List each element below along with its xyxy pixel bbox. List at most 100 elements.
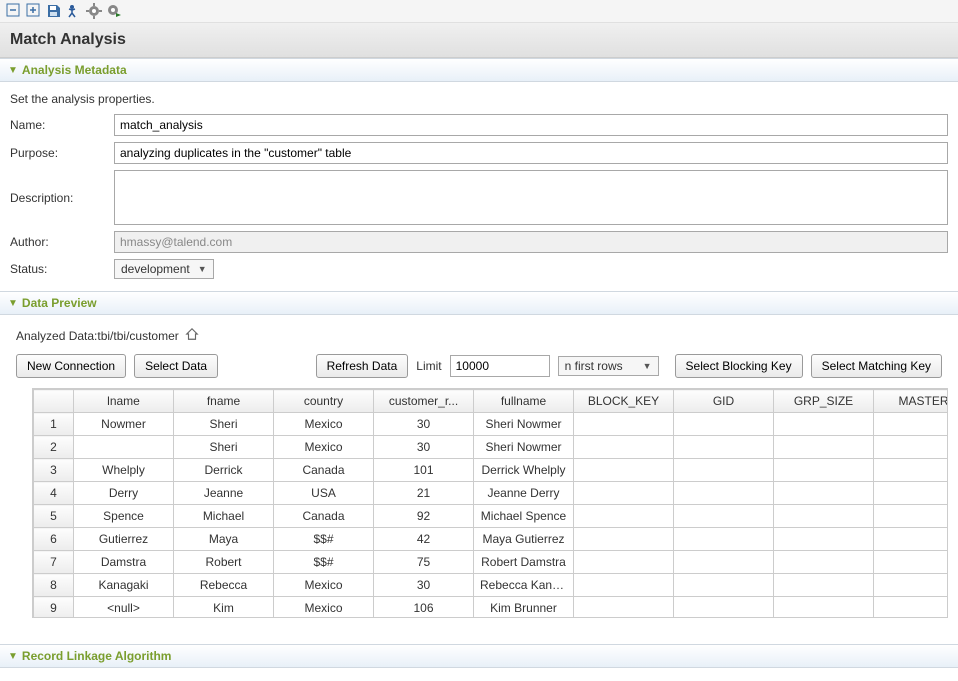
gear-play-icon[interactable]: [106, 3, 122, 19]
table-cell[interactable]: Jeanne: [174, 482, 274, 505]
table-cell[interactable]: <null>: [74, 597, 174, 619]
table-cell[interactable]: [574, 505, 674, 528]
table-cell[interactable]: Mexico: [274, 413, 374, 436]
table-cell[interactable]: Mexico: [274, 597, 374, 619]
table-cell[interactable]: 42: [374, 528, 474, 551]
table-cell[interactable]: Jeanne Derry: [474, 482, 574, 505]
table-cell[interactable]: 106: [374, 597, 474, 619]
table-header[interactable]: customer_r...: [374, 390, 474, 413]
table-cell[interactable]: [774, 528, 874, 551]
table-cell[interactable]: Maya Gutierrez: [474, 528, 574, 551]
table-row[interactable]: 2SheriMexico30Sheri Nowmer: [34, 436, 949, 459]
table-cell[interactable]: [874, 574, 949, 597]
select-blocking-key-button[interactable]: Select Blocking Key: [675, 354, 803, 378]
expand-all-icon[interactable]: [26, 3, 42, 19]
table-cell[interactable]: 21: [374, 482, 474, 505]
table-cell[interactable]: 30: [374, 413, 474, 436]
table-cell[interactable]: [874, 528, 949, 551]
table-row[interactable]: 3WhelplyDerrickCanada101Derrick Whelply: [34, 459, 949, 482]
table-cell[interactable]: Maya: [174, 528, 274, 551]
table-cell[interactable]: [674, 597, 774, 619]
table-header[interactable]: country: [274, 390, 374, 413]
table-header-rownum[interactable]: [34, 390, 74, 413]
table-cell[interactable]: [574, 597, 674, 619]
home-icon[interactable]: [185, 327, 199, 344]
table-cell[interactable]: Rebecca Kanagaki: [474, 574, 574, 597]
table-row[interactable]: 8KanagakiRebeccaMexico30Rebecca Kanagaki: [34, 574, 949, 597]
table-cell[interactable]: [874, 459, 949, 482]
table-cell[interactable]: Derrick: [174, 459, 274, 482]
table-cell[interactable]: [774, 574, 874, 597]
table-header[interactable]: BLOCK_KEY: [574, 390, 674, 413]
table-header[interactable]: GRP_SIZE: [774, 390, 874, 413]
row-number-cell[interactable]: 1: [34, 413, 74, 436]
table-cell[interactable]: Rebecca: [174, 574, 274, 597]
table-cell[interactable]: Whelply: [74, 459, 174, 482]
table-cell[interactable]: Mexico: [274, 574, 374, 597]
table-cell[interactable]: [874, 505, 949, 528]
save-icon[interactable]: [46, 3, 62, 19]
table-cell[interactable]: [674, 482, 774, 505]
table-cell[interactable]: $$#: [274, 551, 374, 574]
table-cell[interactable]: Michael: [174, 505, 274, 528]
table-cell[interactable]: [574, 551, 674, 574]
table-cell[interactable]: 30: [374, 574, 474, 597]
row-number-cell[interactable]: 9: [34, 597, 74, 619]
table-cell[interactable]: Canada: [274, 459, 374, 482]
table-cell[interactable]: [574, 574, 674, 597]
table-cell[interactable]: Michael Spence: [474, 505, 574, 528]
table-header[interactable]: GID: [674, 390, 774, 413]
table-cell[interactable]: Derry: [74, 482, 174, 505]
table-cell[interactable]: [574, 528, 674, 551]
table-cell[interactable]: Spence: [74, 505, 174, 528]
row-number-cell[interactable]: 6: [34, 528, 74, 551]
table-row[interactable]: 5SpenceMichaelCanada92Michael Spence: [34, 505, 949, 528]
table-cell[interactable]: [774, 597, 874, 619]
rows-mode-select[interactable]: n first rows ▼: [558, 356, 659, 376]
table-cell[interactable]: Sheri Nowmer: [474, 413, 574, 436]
gear-icon[interactable]: [86, 3, 102, 19]
collapse-all-icon[interactable]: [6, 3, 22, 19]
table-cell[interactable]: [74, 436, 174, 459]
table-cell[interactable]: Mexico: [274, 436, 374, 459]
row-number-cell[interactable]: 4: [34, 482, 74, 505]
table-cell[interactable]: [674, 528, 774, 551]
table-cell[interactable]: Gutierrez: [74, 528, 174, 551]
run-icon[interactable]: [66, 3, 82, 19]
table-cell[interactable]: [574, 413, 674, 436]
section-header-metadata[interactable]: ▼ Analysis Metadata: [0, 58, 958, 82]
table-cell[interactable]: $$#: [274, 528, 374, 551]
table-cell[interactable]: [874, 413, 949, 436]
table-cell[interactable]: [574, 436, 674, 459]
table-cell[interactable]: Sheri Nowmer: [474, 436, 574, 459]
table-cell[interactable]: Canada: [274, 505, 374, 528]
row-number-cell[interactable]: 2: [34, 436, 74, 459]
table-row[interactable]: 7DamstraRobert$$#75Robert Damstra: [34, 551, 949, 574]
section-header-preview[interactable]: ▼ Data Preview: [0, 291, 958, 315]
section-header-linkage[interactable]: ▼ Record Linkage Algorithm: [0, 644, 958, 668]
data-table-wrap[interactable]: lname fname country customer_r... fullna…: [32, 388, 948, 618]
status-select[interactable]: development ▼: [114, 259, 214, 279]
row-number-cell[interactable]: 3: [34, 459, 74, 482]
purpose-input[interactable]: [114, 142, 948, 164]
table-cell[interactable]: [874, 482, 949, 505]
table-cell[interactable]: [674, 413, 774, 436]
table-cell[interactable]: Damstra: [74, 551, 174, 574]
table-cell[interactable]: [774, 505, 874, 528]
name-input[interactable]: [114, 114, 948, 136]
row-number-cell[interactable]: 5: [34, 505, 74, 528]
table-cell[interactable]: Kim: [174, 597, 274, 619]
table-header[interactable]: lname: [74, 390, 174, 413]
table-cell[interactable]: USA: [274, 482, 374, 505]
table-cell[interactable]: [774, 551, 874, 574]
table-header[interactable]: MASTER: [874, 390, 949, 413]
table-cell[interactable]: [774, 413, 874, 436]
table-row[interactable]: 4DerryJeanneUSA21Jeanne Derry: [34, 482, 949, 505]
row-number-cell[interactable]: 7: [34, 551, 74, 574]
table-row[interactable]: 1NowmerSheriMexico30Sheri Nowmer: [34, 413, 949, 436]
table-header[interactable]: fname: [174, 390, 274, 413]
select-matching-key-button[interactable]: Select Matching Key: [811, 354, 942, 378]
description-input[interactable]: [114, 170, 948, 225]
table-cell[interactable]: Derrick Whelply: [474, 459, 574, 482]
row-number-cell[interactable]: 8: [34, 574, 74, 597]
